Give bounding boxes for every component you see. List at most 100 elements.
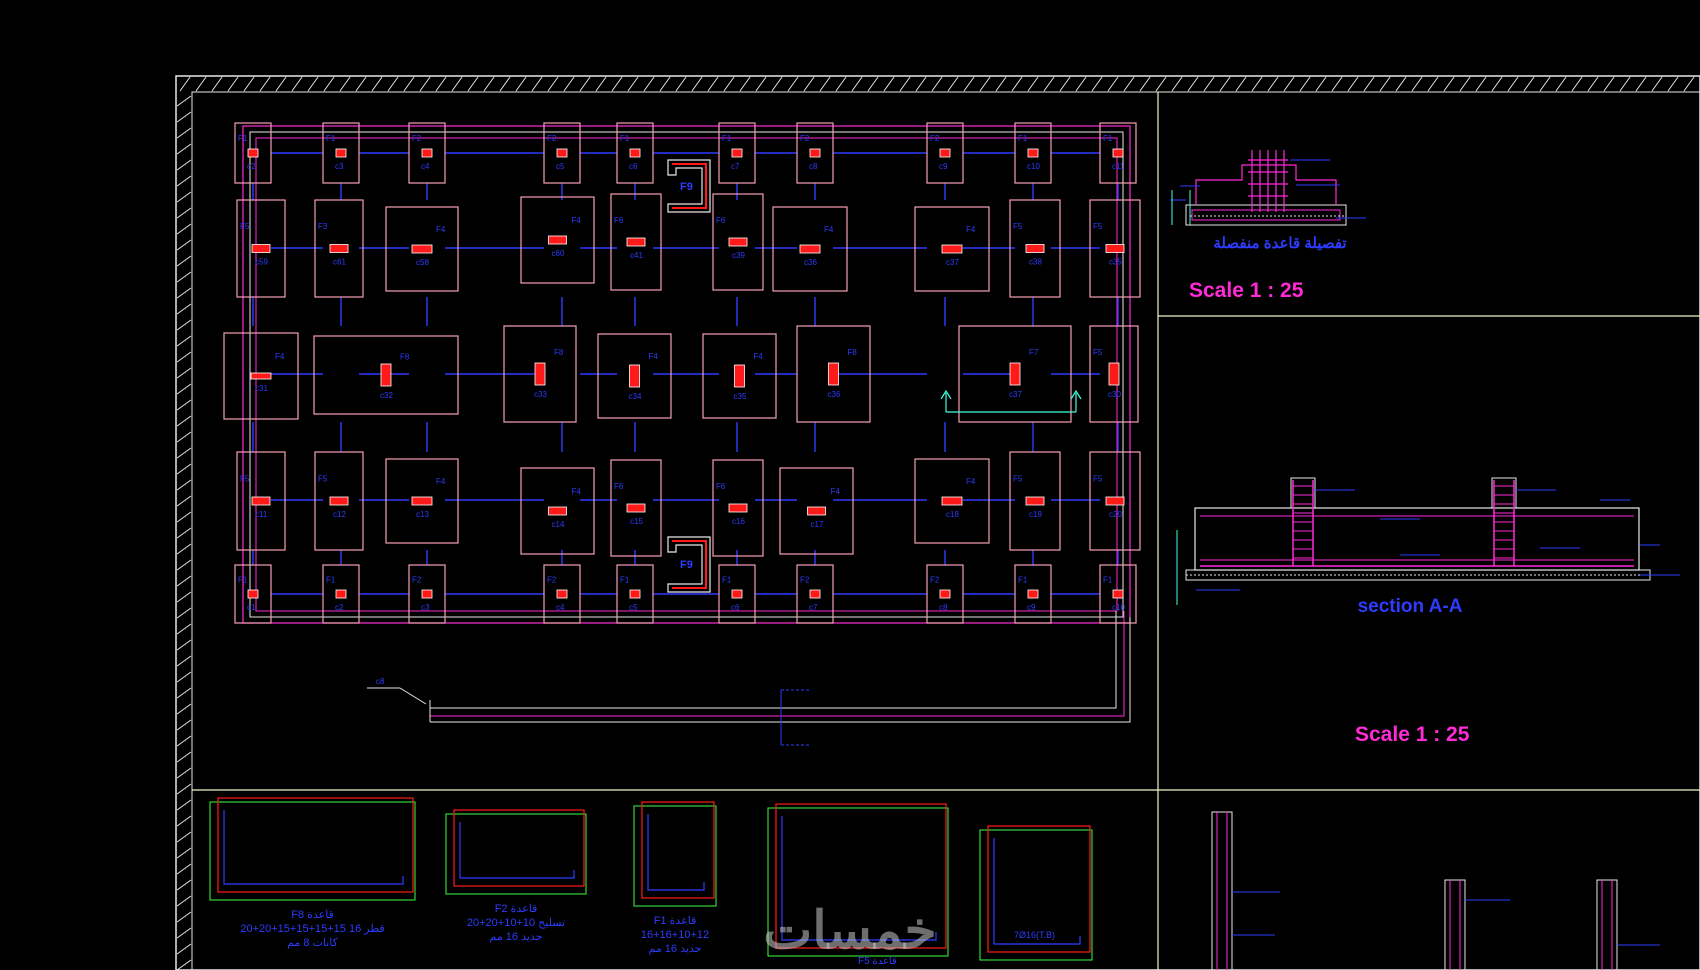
column-id: c8 (939, 603, 948, 612)
footing-mark: F1 (1018, 575, 1028, 584)
footing-r3-3: F4 c34 (597, 333, 672, 419)
column-id: c6 (629, 162, 638, 171)
footing-mark: F1 (326, 575, 336, 584)
footing-mark: F2 (930, 575, 940, 584)
column-id: c1 (247, 603, 256, 612)
footing-r3-0: F4 c31 (223, 332, 299, 420)
column-elevations (1211, 811, 1660, 970)
column-id: c12 (333, 510, 346, 519)
column-id: c31 (255, 384, 268, 393)
footing-r5-6: F2 c7 (796, 564, 834, 624)
footing-r4-0: F5 c11 (236, 451, 286, 551)
footing-r2-6: F4 c36 (772, 206, 848, 292)
footing-mark: F5 (240, 474, 250, 483)
footing-mark: F1 (238, 575, 248, 584)
column-id: c59 (255, 258, 268, 267)
drawing-border (175, 75, 1700, 970)
footing-mark: F5 (1093, 474, 1103, 483)
footing-r2-2: F4 c58 (385, 206, 459, 292)
column-id: c2 (335, 603, 344, 612)
footing-mark: F4 (436, 477, 446, 486)
column-id: c6 (731, 603, 740, 612)
schedule-text: حديد 16 مم (490, 931, 543, 943)
column-id: c7 (731, 162, 740, 171)
column-id: c36 (828, 390, 841, 399)
footing-r4-7: F4 c18 (914, 458, 990, 544)
footing-r2-4: F6 c41 (610, 193, 662, 291)
column-id: c19 (1029, 510, 1042, 519)
footing-r2-7: F4 c37 (914, 206, 990, 292)
footing-mark: F6 (716, 482, 726, 491)
section-aa-detail: section A-A Scale 1 : 25 (1176, 477, 1680, 746)
footing-mark: F2 (800, 575, 810, 584)
footing-mark: F4 (831, 487, 841, 496)
footing-r2-3: F4 c60 (520, 196, 595, 284)
column-id: c10 (1027, 162, 1040, 171)
footing-r5-5: F1 c6 (718, 564, 756, 624)
footing-mark: F1 (1103, 134, 1113, 143)
footing-mark: F2 (412, 134, 422, 143)
column-id: c2 (247, 162, 256, 171)
footing-mark: F4 (966, 477, 976, 486)
footing-schedule: F8 قاعدة 20+20+15+15+15+15 قطر 16 كانات 8 … (209, 797, 1093, 967)
column-id: c35 (1109, 258, 1122, 267)
column-id: c60 (552, 249, 565, 258)
footing-mark: F6 (716, 216, 726, 225)
footing-mark: F5 (1013, 474, 1023, 483)
footing-mark: F4 (572, 487, 582, 496)
footing-r5-8: F1 c9 (1014, 564, 1052, 624)
footing-mark: F8 (554, 348, 564, 357)
footing-mark: F5 (1093, 348, 1103, 357)
footing-mark: F4 (572, 216, 582, 225)
footing-mark: F8 (848, 348, 858, 357)
schedule-text: F2 قاعدة (495, 903, 538, 915)
footing-mark: F5 (318, 474, 328, 483)
footing-r4-1: F5 c12 (314, 451, 364, 551)
footing-mark: F4 (824, 225, 834, 234)
column-id: c14 (552, 520, 565, 529)
footing-mark: F4 (754, 352, 764, 361)
column-id: c9 (939, 162, 948, 171)
section-scale: Scale 1 : 25 (1355, 723, 1470, 746)
schedule-item: 7Ø16(T.B) (979, 825, 1093, 961)
footing-r5-2: F2 c3 (408, 564, 446, 624)
schedule-item: F8 قاعدة 20+20+15+15+15+15 قطر 16 كانات 8 … (209, 797, 416, 949)
footing-mark: F2 (800, 134, 810, 143)
footing-mark: F1 (722, 134, 732, 143)
column-id: c32 (380, 391, 393, 400)
schedule-text: كانات 8 مم (287, 937, 339, 949)
column-id: c3 (421, 603, 430, 612)
column-id: c15 (630, 517, 643, 526)
footing-mark: F1 (1018, 134, 1028, 143)
core-top-label: F9 (680, 181, 693, 193)
cad-drawing: c8 F1 c2 F1 c3 F2 c4 F2 c5 F1 c6 F1 c7 F2 c8 F2 c9 F1 c10… (175, 75, 1700, 970)
column-id: c33 (534, 390, 547, 399)
footing-mark: F4 (436, 225, 446, 234)
column-id: c30 (1108, 390, 1121, 399)
footing-mark: F1 (1103, 575, 1113, 584)
footing-mark: F4 (275, 352, 285, 361)
footing-mark: F5 (1013, 222, 1023, 231)
footing-mark: F6 (614, 482, 624, 491)
column-id: c5 (556, 162, 565, 171)
column-id: c61 (333, 258, 346, 267)
section-marker-label: c8 (376, 677, 385, 686)
column-id: c4 (556, 603, 565, 612)
footing-mark: F2 (547, 134, 557, 143)
footing-r5-4: F1 c5 (616, 564, 654, 624)
footing-mark: F4 (649, 352, 659, 361)
footing-mark: F1 (620, 575, 630, 584)
footing-r5-3: F2 c4 (543, 564, 581, 624)
column-id: c13 (416, 510, 429, 519)
schedule-text: 20+20+10+10 تسليح (467, 917, 565, 929)
column-id: c16 (732, 517, 745, 526)
column-id: c18 (946, 510, 959, 519)
core-bottom-label: F9 (680, 559, 693, 571)
footing-mark: F1 (238, 134, 248, 143)
footing-mark: F2 (930, 134, 940, 143)
column-id: c37 (946, 258, 959, 267)
footing-mark: F2 (547, 575, 557, 584)
column-id: c11 (255, 510, 268, 519)
schedule-text: 16+16+10+12 (641, 929, 709, 941)
footing-mark: F5 (1093, 222, 1103, 231)
